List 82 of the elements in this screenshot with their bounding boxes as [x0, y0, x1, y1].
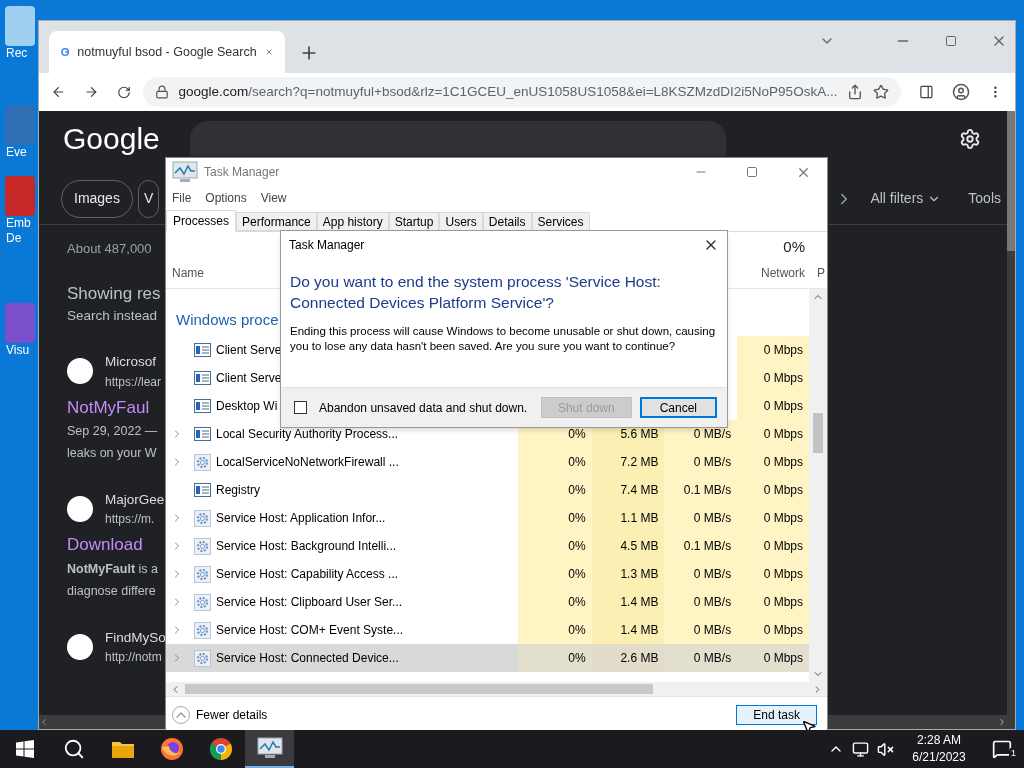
- disk-value: 0 MB/s: [693, 566, 732, 583]
- memory-value: 1.4 MB: [620, 594, 659, 611]
- cpu-value: 0%: [568, 622, 586, 639]
- cpu-value: 0%: [568, 482, 586, 499]
- result-snippet: Sep 29, 2022 —: [67, 423, 158, 440]
- result-source: FindMySo: [105, 628, 166, 647]
- process-name: Client Serve: [216, 342, 282, 359]
- process-name: Client Serve: [216, 370, 282, 387]
- cpu-value: 0%: [568, 454, 586, 471]
- process-name: Service Host: Background Intelli...: [216, 538, 397, 555]
- memory-value: 1.1 MB: [620, 510, 659, 527]
- group-header: Windows proce: [175, 310, 279, 331]
- disk-value: 0 MB/s: [693, 650, 732, 667]
- column-usage: 0%: [783, 236, 805, 257]
- result-snippet: NotMyFault is a: [67, 560, 158, 578]
- icon-label: Eve: [5, 145, 27, 160]
- network-value: 0 Mbps: [763, 510, 803, 527]
- icon-label: Emb: [5, 216, 31, 231]
- url-text: google.com/search?q=notmuyful+bsod&rlz=1C1GCEU_enUS1058US1058&ei=L8KSZMzdDI2i5NoP95OskA...: [178, 82, 838, 101]
- cpu-value: 0%: [568, 510, 586, 527]
- disk-value: 0 MB/s: [693, 510, 732, 527]
- disk-value: 0 MB/s: [693, 622, 732, 639]
- process-name: Service Host: Connected Device...: [216, 650, 399, 667]
- memory-value: 7.2 MB: [620, 454, 659, 471]
- network-value: 0 Mbps: [763, 370, 803, 387]
- network-value: 0 Mbps: [763, 482, 803, 499]
- tab-title: notmuyful bsod - Google Search: [77, 43, 257, 61]
- memory-value: 1.4 MB: [620, 622, 659, 639]
- column-header: Network: [761, 265, 805, 282]
- icon-label: Rec: [5, 46, 28, 61]
- cpu-value: 0%: [568, 538, 586, 555]
- disk-value: 0.1 MB/s: [683, 482, 732, 499]
- disk-value: 0 MB/s: [693, 454, 732, 471]
- result-url: https://lear: [105, 373, 162, 391]
- result-source: MajorGee: [105, 491, 165, 509]
- network-value: 0 Mbps: [763, 398, 803, 415]
- network-value: 0 Mbps: [763, 342, 803, 359]
- search-instead-text: Search instead: [67, 307, 158, 325]
- process-name: Service Host: Capability Access ...: [216, 566, 399, 583]
- result-stats: About 487,000: [67, 240, 152, 258]
- checkbox-label: Abandon unsaved data and shut down.: [319, 399, 529, 417]
- disk-value: 0.1 MB/s: [683, 538, 732, 555]
- cpu-value: 0%: [568, 566, 586, 583]
- memory-value: 5.6 MB: [620, 426, 659, 443]
- process-name: Service Host: Clipboard User Ser...: [216, 594, 403, 611]
- google-logo: Google: [63, 121, 160, 157]
- cpu-value: 0%: [568, 650, 586, 667]
- dialog-heading: Do you want to end the system process 'Service Host: Connected Devices Platform Service'?: [290, 272, 662, 313]
- result-url: http://notm: [105, 649, 163, 666]
- network-value: 0 Mbps: [763, 454, 803, 471]
- memory-value: 4.5 MB: [620, 538, 659, 555]
- result-url: https://m.: [105, 511, 156, 529]
- process-name: Service Host: COM+ Event Syste...: [216, 622, 404, 639]
- icon-label: De: [5, 231, 22, 246]
- disk-value: 0 MB/s: [693, 594, 732, 611]
- network-value: 0 Mbps: [763, 538, 803, 555]
- network-value: 0 Mbps: [763, 594, 803, 611]
- memory-value: 2.6 MB: [620, 650, 659, 667]
- cpu-value: 0%: [568, 594, 586, 611]
- memory-value: 7.4 MB: [620, 482, 659, 499]
- cpu-value: 0%: [568, 426, 586, 443]
- memory-value: 1.3 MB: [620, 566, 659, 583]
- column-header: P: [816, 265, 826, 282]
- disk-value: 0 MB/s: [693, 426, 732, 443]
- dialog-message: Ending this process will cause Windows to become unusable or shut down, causing you to lose any data hasn't been saved. Are you sure you want to continue?: [290, 324, 717, 354]
- network-value: 0 Mbps: [763, 622, 803, 639]
- column-header: Name: [172, 266, 204, 280]
- result-snippet: diagnose differe: [67, 582, 156, 600]
- network-value: 0 Mbps: [763, 426, 803, 443]
- network-value: 0 Mbps: [763, 566, 803, 583]
- dialog-title: Task Manager: [289, 237, 366, 254]
- showing-results-text: Showing res: [67, 282, 161, 305]
- network-value: 0 Mbps: [763, 650, 803, 667]
- process-name: Desktop Wi: [216, 398, 278, 415]
- process-name: Registry: [216, 482, 260, 499]
- window-title: Task Manager: [204, 164, 281, 181]
- result-source: Microsof: [105, 353, 157, 372]
- process-name: Local Security Authority Process...: [216, 426, 399, 443]
- result-snippet: leaks on your W: [67, 445, 157, 462]
- process-name: Service Host: Application Infor...: [216, 510, 386, 527]
- icon-label: Visu: [5, 343, 30, 358]
- process-name: LocalServiceNoNetworkFirewall ...: [216, 454, 399, 471]
